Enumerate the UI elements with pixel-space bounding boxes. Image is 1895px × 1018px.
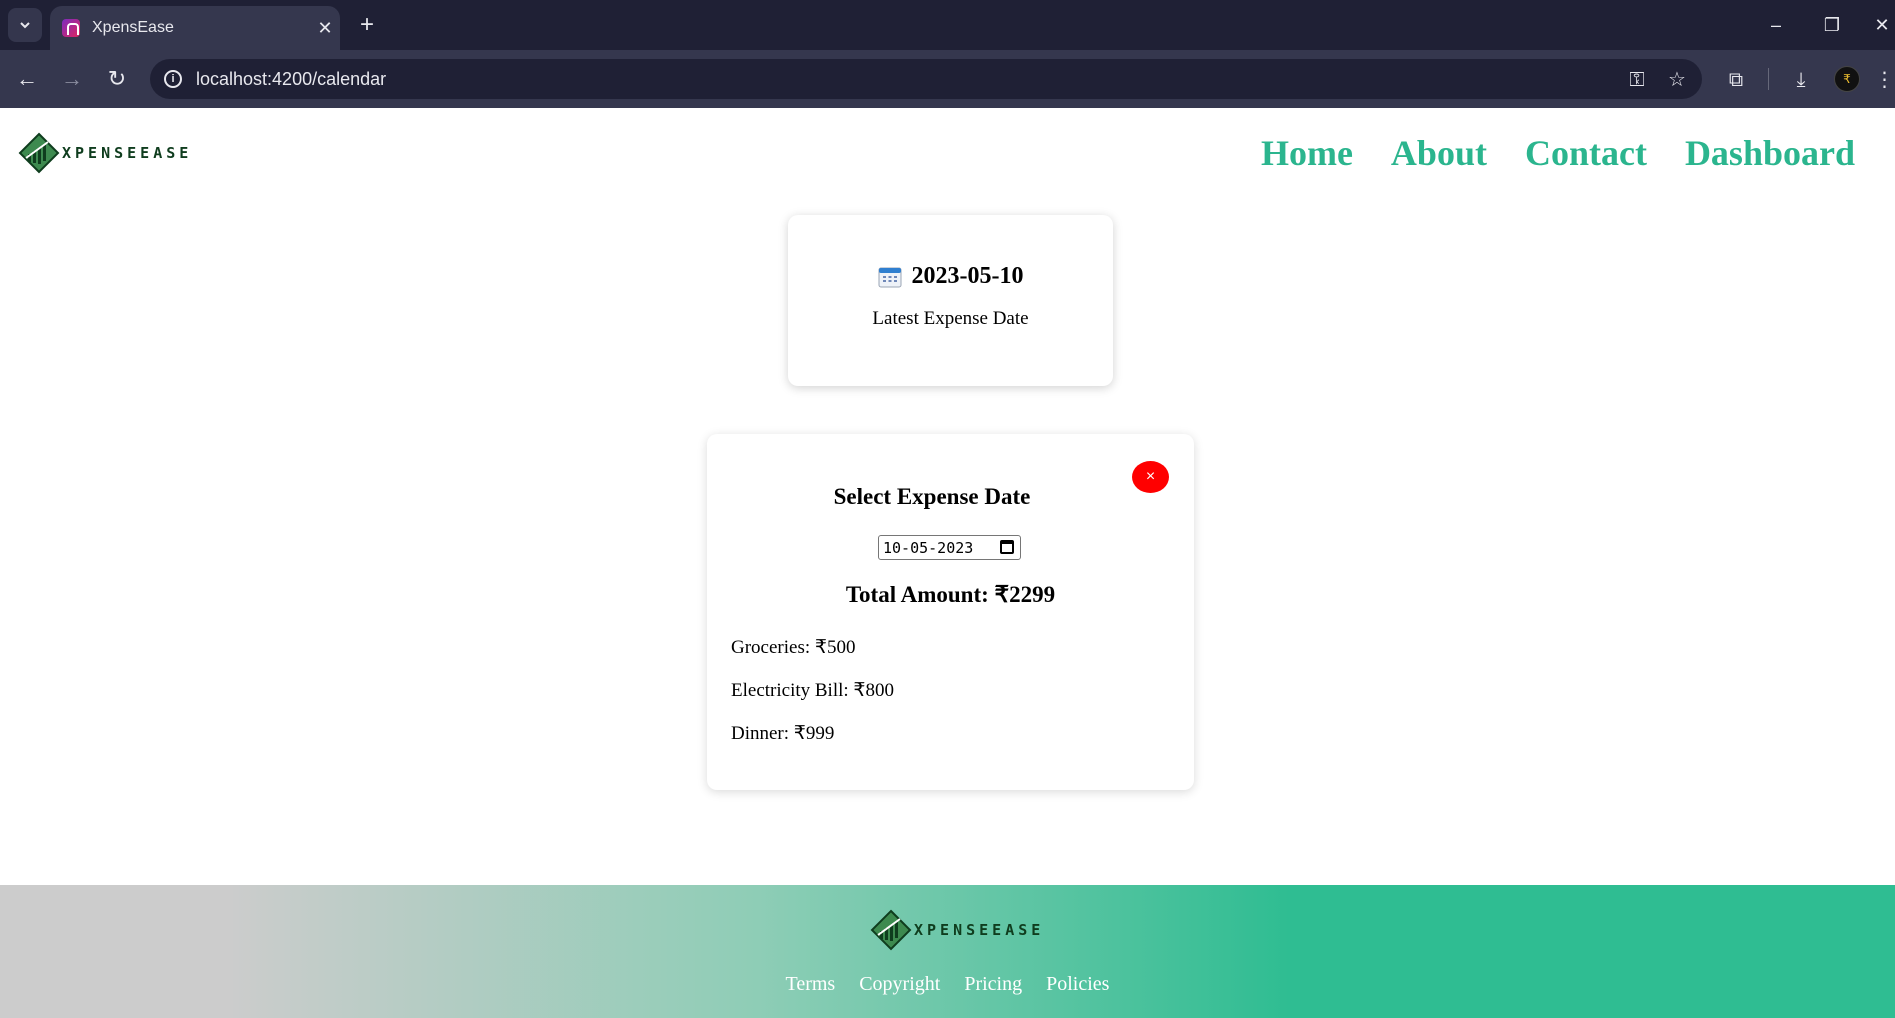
tab-close-icon[interactable]: ✕ bbox=[310, 18, 340, 39]
reload-icon[interactable]: ↻ bbox=[102, 64, 132, 94]
calendar-picker-icon[interactable] bbox=[1000, 540, 1014, 554]
password-key-icon[interactable]: ⚿ bbox=[1622, 64, 1652, 94]
address-bar[interactable]: i localhost:4200/calendar ⚿ ☆ bbox=[150, 59, 1702, 99]
footer-terms-link[interactable]: Terms bbox=[786, 973, 836, 996]
url-text[interactable]: localhost:4200/calendar bbox=[196, 69, 1622, 90]
nav-home-link[interactable]: Home bbox=[1261, 132, 1353, 174]
forward-arrow-icon[interactable]: → bbox=[57, 64, 87, 94]
tab-search-button[interactable] bbox=[8, 8, 42, 42]
extensions-puzzle-icon[interactable]: ⧉ bbox=[1721, 64, 1751, 94]
expense-list: Groceries: ₹500 Electricity Bill: ₹800 D… bbox=[731, 636, 894, 765]
site-logo[interactable]: XPENSEEASE bbox=[18, 132, 192, 174]
logo-chart-icon bbox=[870, 909, 912, 951]
window-close-icon[interactable]: ✕ bbox=[1862, 10, 1895, 40]
browser-tab-bar: XpensEase ✕ + – ❐ ✕ bbox=[0, 0, 1895, 50]
tab-title: XpensEase bbox=[92, 19, 174, 36]
latest-expense-caption: Latest Expense Date bbox=[872, 308, 1029, 329]
toolbar-divider bbox=[1768, 68, 1769, 90]
expense-date-input[interactable]: 10-05-2023 bbox=[878, 535, 1021, 560]
expense-item: Electricity Bill: ₹800 bbox=[731, 680, 895, 701]
footer-logo[interactable]: XPENSEEASE bbox=[870, 909, 1044, 951]
nav-dashboard-link[interactable]: Dashboard bbox=[1685, 132, 1855, 174]
minimize-icon[interactable]: – bbox=[1756, 10, 1796, 40]
site-footer: XPENSEEASE Terms Copyright Pricing Polic… bbox=[0, 885, 1895, 1018]
nav-about-link[interactable]: About bbox=[1391, 132, 1487, 174]
expense-detail-card: × Select Expense Date 10-05-2023 Total A… bbox=[707, 434, 1194, 790]
select-date-title: Select Expense Date bbox=[833, 484, 1031, 509]
total-amount: Total Amount: ₹2299 bbox=[845, 582, 1056, 607]
main-nav: Home About Contact Dashboard bbox=[1261, 132, 1855, 174]
footer-links: Terms Copyright Pricing Policies bbox=[0, 973, 1895, 996]
chevron-down-icon bbox=[20, 22, 30, 29]
browser-tab[interactable]: XpensEase ✕ bbox=[50, 6, 340, 50]
app-favicon-icon bbox=[62, 19, 80, 37]
latest-expense-card: 2023-05-10 Latest Expense Date bbox=[788, 215, 1113, 386]
logo-text: XPENSEEASE bbox=[62, 144, 193, 162]
bookmark-star-icon[interactable]: ☆ bbox=[1662, 64, 1692, 94]
footer-copyright-link[interactable]: Copyright bbox=[859, 973, 940, 996]
calendar-icon bbox=[878, 267, 901, 287]
download-icon[interactable]: ⤓ bbox=[1786, 64, 1816, 94]
logo-chart-icon bbox=[18, 132, 60, 174]
site-info-icon[interactable]: i bbox=[164, 70, 182, 88]
back-arrow-icon[interactable]: ← bbox=[12, 64, 42, 94]
menu-kebab-icon[interactable]: ⋮ bbox=[1874, 64, 1895, 94]
nav-contact-link[interactable]: Contact bbox=[1525, 132, 1647, 174]
footer-policies-link[interactable]: Policies bbox=[1046, 973, 1109, 996]
date-input-value: 10-05-2023 bbox=[883, 538, 974, 557]
footer-logo-text: XPENSEEASE bbox=[914, 921, 1045, 939]
site-header: XPENSEEASE Home About Contact Dashboard bbox=[0, 108, 1895, 198]
latest-expense-date: 2023-05-10 bbox=[911, 263, 1024, 289]
new-tab-button[interactable]: + bbox=[352, 10, 382, 40]
profile-avatar[interactable]: ₹ bbox=[1834, 66, 1860, 92]
browser-toolbar: ← → ↻ i localhost:4200/calendar ⚿ ☆ ⧉ ⤓ … bbox=[0, 50, 1895, 108]
footer-pricing-link[interactable]: Pricing bbox=[964, 973, 1022, 996]
expense-item: Dinner: ₹999 bbox=[731, 723, 835, 744]
latest-date-line: 2023-05-10 bbox=[788, 263, 1113, 290]
expense-item: Groceries: ₹500 bbox=[731, 637, 856, 658]
restore-icon[interactable]: ❐ bbox=[1812, 10, 1852, 40]
